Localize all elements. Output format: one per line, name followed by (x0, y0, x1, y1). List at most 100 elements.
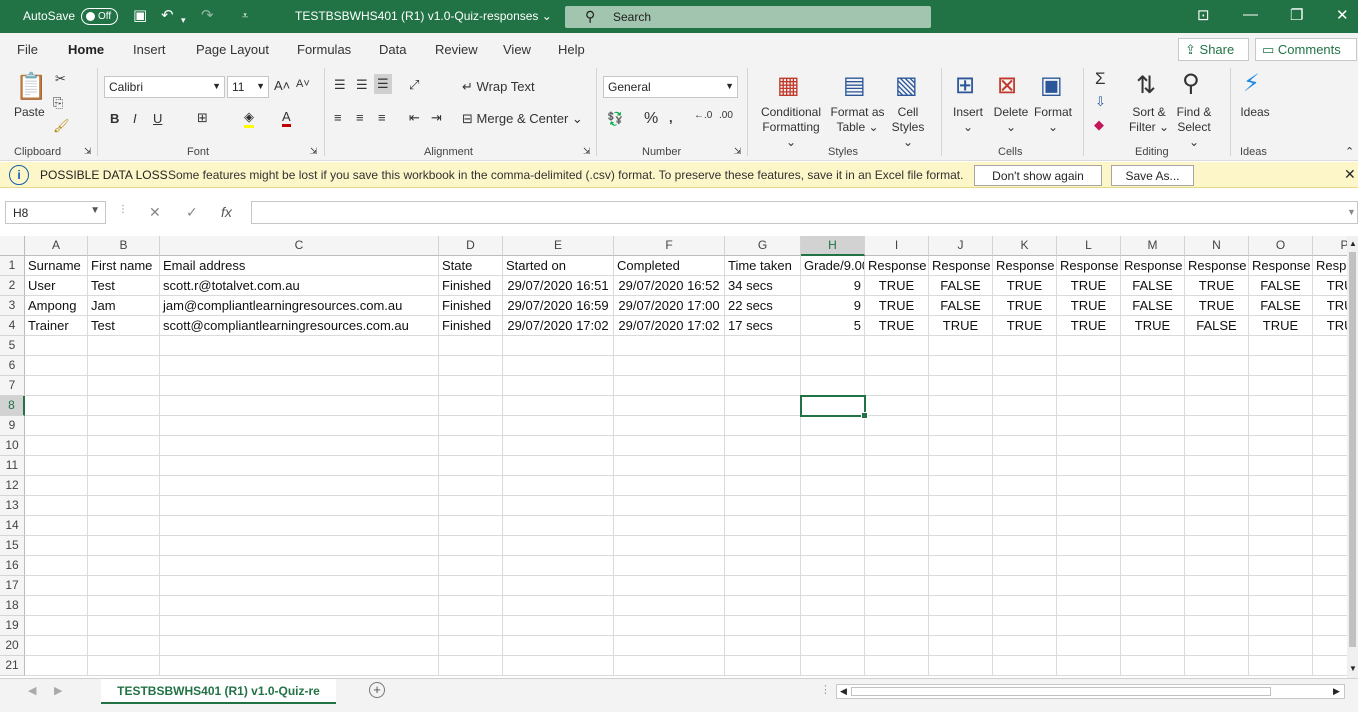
cell-d1[interactable]: State (439, 256, 503, 276)
cell-l2[interactable]: TRUE (1057, 276, 1121, 296)
cell-f16[interactable] (614, 556, 725, 576)
find-select-icon[interactable]: ⚲ (1182, 69, 1200, 98)
cell-d12[interactable] (439, 476, 503, 496)
align-bottom-icon[interactable]: ☰ (374, 74, 392, 94)
column-header-d[interactable]: D (439, 236, 503, 256)
tab-formulas[interactable]: Formulas (297, 42, 351, 57)
cell-j9[interactable] (929, 416, 993, 436)
row-header-1[interactable]: 1 (0, 256, 25, 276)
cancel-entry-icon[interactable]: ✕ (149, 204, 161, 221)
cell-k2[interactable]: TRUE (993, 276, 1057, 296)
row-header-19[interactable]: 19 (0, 616, 25, 636)
scroll-left-icon[interactable]: ◀ (840, 686, 847, 697)
cell-n5[interactable] (1185, 336, 1249, 356)
autosave-toggle[interactable]: Off (81, 8, 118, 25)
cell-f19[interactable] (614, 616, 725, 636)
cell-g11[interactable] (725, 456, 801, 476)
bold-button[interactable]: B (110, 111, 119, 126)
format-cells-button[interactable]: Format ⌄ (1033, 105, 1073, 135)
cell-p9[interactable] (1313, 416, 1347, 436)
cell-f21[interactable] (614, 656, 725, 676)
cell-j3[interactable]: FALSE (929, 296, 993, 316)
close-icon[interactable]: ✕ (1336, 6, 1349, 24)
cell-c9[interactable] (160, 416, 439, 436)
cell-b15[interactable] (88, 536, 160, 556)
row-header-10[interactable]: 10 (0, 436, 25, 456)
cell-b1[interactable]: First name (88, 256, 160, 276)
cell-d20[interactable] (439, 636, 503, 656)
cell-p16[interactable] (1313, 556, 1347, 576)
cell-j18[interactable] (929, 596, 993, 616)
cell-p15[interactable] (1313, 536, 1347, 556)
format-as-table-button[interactable]: Format as Table ⌄ (829, 105, 886, 135)
cell-l5[interactable] (1057, 336, 1121, 356)
h-scroll-thumb[interactable] (851, 687, 1271, 696)
cell-e15[interactable] (503, 536, 614, 556)
comments-button[interactable]: ▭ Comments (1255, 38, 1357, 61)
cell-m17[interactable] (1121, 576, 1185, 596)
cell-n4[interactable]: FALSE (1185, 316, 1249, 336)
row-header-15[interactable]: 15 (0, 536, 25, 556)
cell-e5[interactable] (503, 336, 614, 356)
cell-n3[interactable]: TRUE (1185, 296, 1249, 316)
cell-o13[interactable] (1249, 496, 1313, 516)
cell-m6[interactable] (1121, 356, 1185, 376)
cell-e8[interactable] (503, 396, 614, 416)
cell-g15[interactable] (725, 536, 801, 556)
cell-o6[interactable] (1249, 356, 1313, 376)
cell-n18[interactable] (1185, 596, 1249, 616)
cell-p12[interactable] (1313, 476, 1347, 496)
search-box[interactable]: ⚲ Search (565, 6, 931, 28)
cell-p14[interactable] (1313, 516, 1347, 536)
tab-help[interactable]: Help (558, 42, 585, 57)
cell-o1[interactable]: Response (1249, 256, 1313, 276)
cell-d14[interactable] (439, 516, 503, 536)
cell-l10[interactable] (1057, 436, 1121, 456)
cell-l18[interactable] (1057, 596, 1121, 616)
cell-j20[interactable] (929, 636, 993, 656)
cell-c10[interactable] (160, 436, 439, 456)
cell-g1[interactable]: Time taken (725, 256, 801, 276)
cell-k16[interactable] (993, 556, 1057, 576)
cell-n12[interactable] (1185, 476, 1249, 496)
cut-icon[interactable]: ✂ (55, 71, 66, 87)
cell-g7[interactable] (725, 376, 801, 396)
cell-h7[interactable] (801, 376, 865, 396)
cell-a16[interactable] (25, 556, 88, 576)
cell-k7[interactable] (993, 376, 1057, 396)
cell-g20[interactable] (725, 636, 801, 656)
cell-a21[interactable] (25, 656, 88, 676)
cell-i21[interactable] (865, 656, 929, 676)
cell-f1[interactable]: Completed (614, 256, 725, 276)
percent-icon[interactable]: % (644, 110, 658, 128)
column-header-n[interactable]: N (1185, 236, 1249, 256)
cell-f13[interactable] (614, 496, 725, 516)
column-header-c[interactable]: C (160, 236, 439, 256)
cell-b3[interactable]: Jam (88, 296, 160, 316)
cell-i8[interactable] (865, 396, 929, 416)
cell-i18[interactable] (865, 596, 929, 616)
cell-f18[interactable] (614, 596, 725, 616)
number-launcher-icon[interactable]: ⇲ (734, 146, 742, 157)
cell-p20[interactable] (1313, 636, 1347, 656)
cell-e12[interactable] (503, 476, 614, 496)
cell-i1[interactable]: Response (865, 256, 929, 276)
column-header-m[interactable]: M (1121, 236, 1185, 256)
select-all-corner[interactable] (0, 236, 25, 256)
cell-b14[interactable] (88, 516, 160, 536)
cell-e21[interactable] (503, 656, 614, 676)
cell-b7[interactable] (88, 376, 160, 396)
cell-m18[interactable] (1121, 596, 1185, 616)
currency-icon[interactable]: 💱 (607, 111, 623, 127)
cell-m13[interactable] (1121, 496, 1185, 516)
cell-k1[interactable]: Response (993, 256, 1057, 276)
cell-d3[interactable]: Finished (439, 296, 503, 316)
cell-j5[interactable] (929, 336, 993, 356)
cell-i15[interactable] (865, 536, 929, 556)
cell-c8[interactable] (160, 396, 439, 416)
cell-d21[interactable] (439, 656, 503, 676)
row-header-4[interactable]: 4 (0, 316, 25, 336)
cell-d13[interactable] (439, 496, 503, 516)
cell-i5[interactable] (865, 336, 929, 356)
collapse-ribbon-icon[interactable]: ⌃ (1345, 145, 1354, 158)
